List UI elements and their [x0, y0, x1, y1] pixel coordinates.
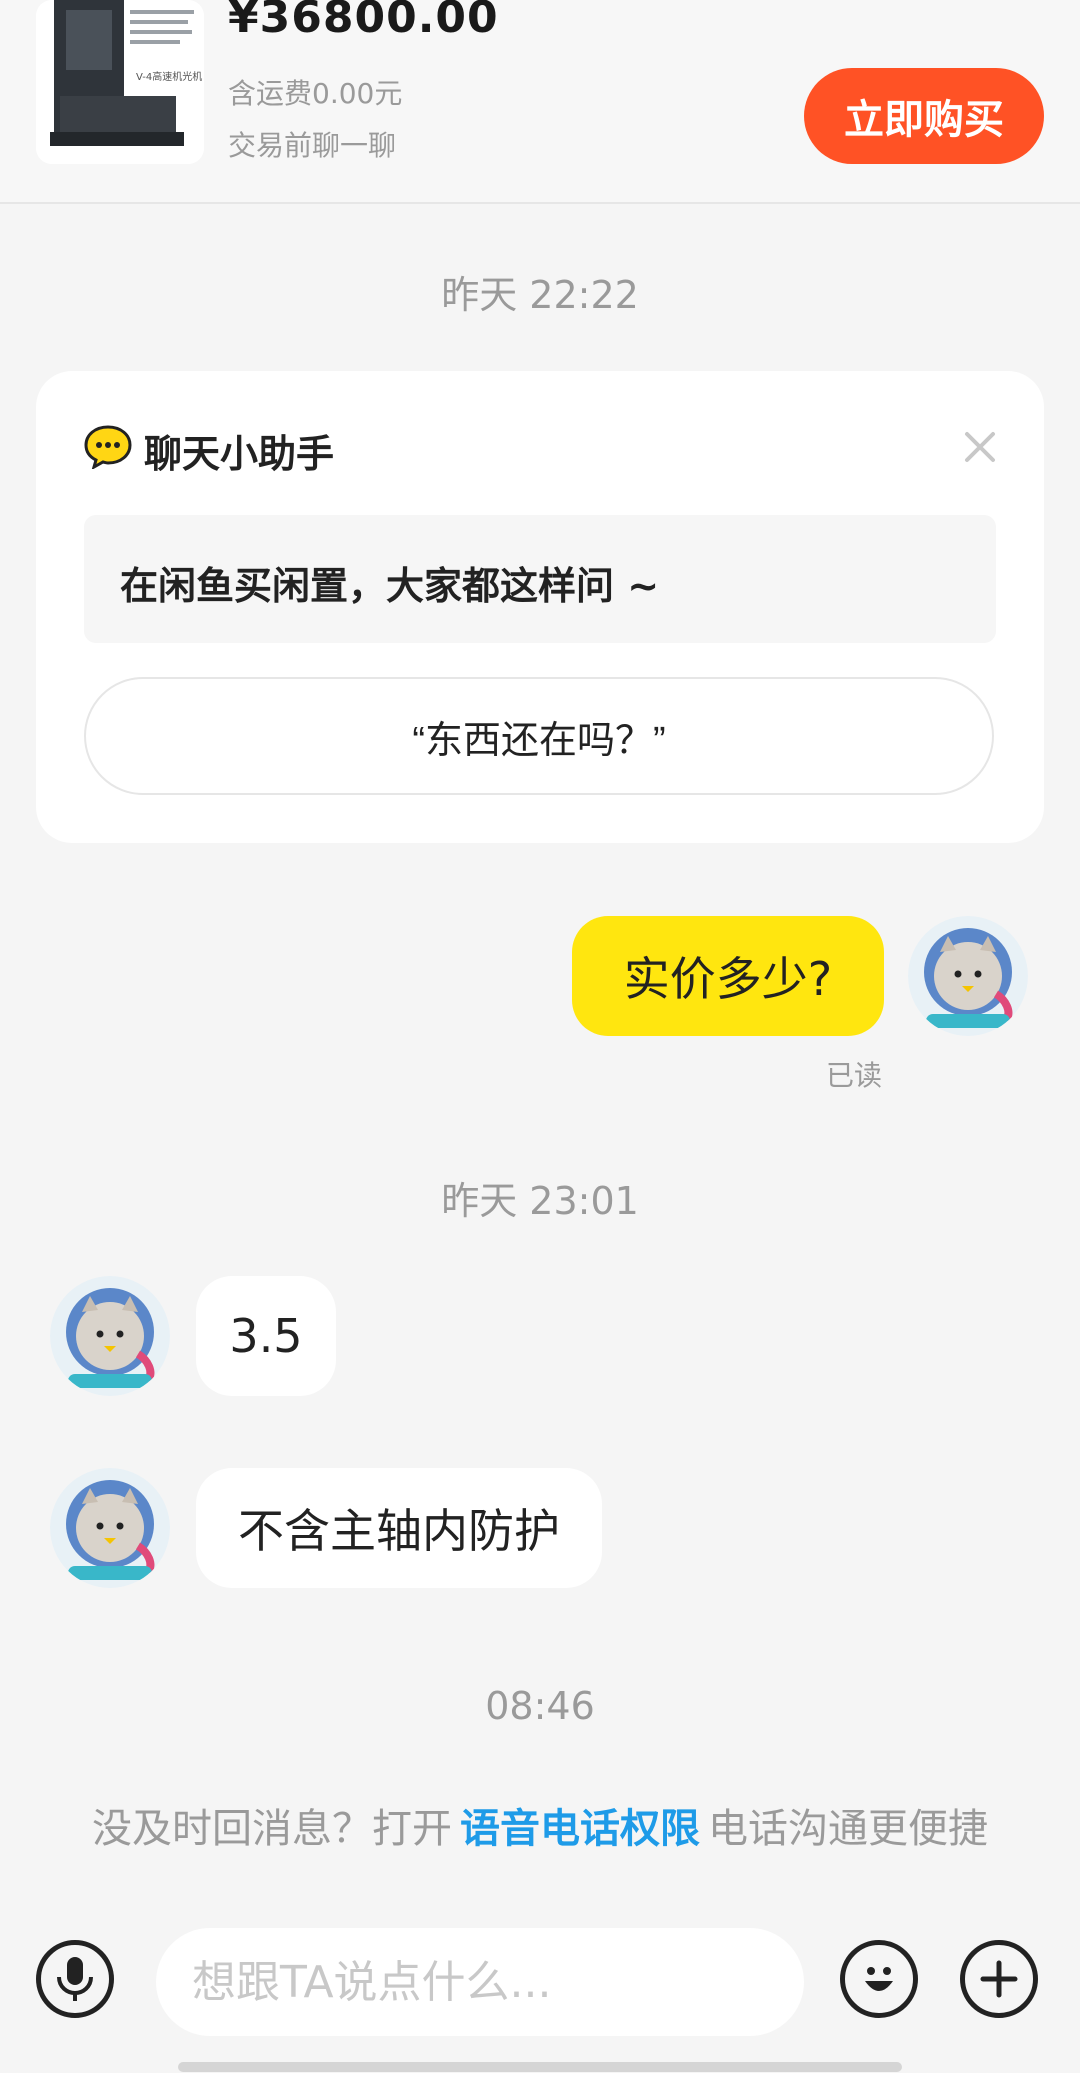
input-bar [0, 1904, 1080, 2073]
voice-permission-suffix: 电话沟通更便捷 [708, 1806, 988, 1852]
message-input[interactable] [156, 1928, 804, 2036]
product-image-label: V-4高速机光机 [136, 70, 202, 83]
my-avatar[interactable] [908, 916, 1028, 1036]
assistant-tip-box: 在闲鱼买闲置，大家都这样问 ~ [84, 515, 996, 643]
timestamp: 昨天 22:22 [441, 273, 639, 317]
microphone-button[interactable] [36, 1940, 114, 2018]
buy-now-button[interactable]: 立即购买 [804, 68, 1044, 164]
shipping-fee-text: 含运费0.00元 [228, 77, 403, 110]
chat-assistant-card: 聊天小助手 在闲鱼买闲置，大家都这样问 ~ “东西还在吗？” [36, 371, 1044, 843]
voice-permission-link[interactable]: 语音电话权限 [460, 1806, 700, 1852]
chat-before-deal-text: 交易前聊一聊 [228, 129, 397, 162]
product-header: V-4高速机光机 ¥36800.00 含运费0.00元 交易前聊一聊 立即购买 [0, 0, 1080, 204]
chat-bubble-icon [84, 425, 132, 471]
smiley-icon [865, 1967, 893, 1991]
microphone-icon [57, 1957, 93, 2001]
assistant-title: 聊天小助手 [144, 432, 335, 476]
seller-avatar[interactable] [50, 1276, 170, 1396]
seller-avatar[interactable] [50, 1468, 170, 1588]
read-status: 已读 [826, 1059, 883, 1092]
quick-question-button[interactable]: “东西还在吗？” [84, 677, 994, 795]
product-price: ¥36800.00 [228, 0, 499, 43]
seller-message-bubble[interactable]: 不含主轴内防护 [196, 1468, 602, 1588]
product-thumbnail[interactable]: V-4高速机光机 [36, 0, 204, 164]
assistant-tip-text: 在闲鱼买闲置，大家都这样问 ~ [120, 564, 660, 608]
plus-icon [980, 1960, 1018, 1998]
seller-message-bubble[interactable]: 3.5 [196, 1276, 336, 1396]
voice-permission-prefix: 没及时回消息？打开 [92, 1806, 452, 1852]
emoji-button[interactable] [840, 1940, 918, 2018]
more-options-button[interactable] [960, 1940, 1038, 2018]
voice-permission-prompt: 没及时回消息？打开 语音电话权限 电话沟通更便捷 [0, 1796, 1080, 1854]
home-indicator [178, 2062, 902, 2072]
timestamp: 昨天 23:01 [441, 1179, 639, 1223]
close-icon[interactable] [950, 417, 1010, 477]
timestamp: 08:46 [485, 1684, 595, 1728]
my-message-bubble[interactable]: 实价多少? [572, 916, 884, 1036]
